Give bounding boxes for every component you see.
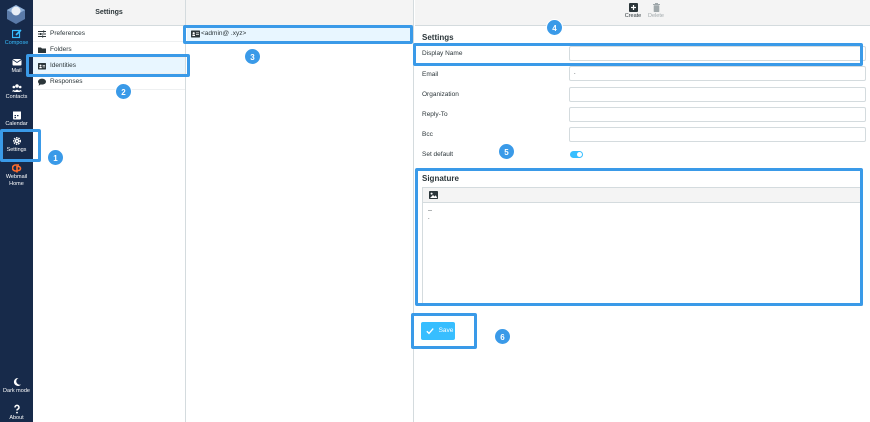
step-badge-1: 1 <box>47 149 64 166</box>
identities-list-header <box>186 0 413 26</box>
set-default-toggle[interactable] <box>570 151 583 158</box>
settings-item-label: Folders <box>50 46 72 53</box>
calendar-button[interactable]: Calendar <box>0 110 33 127</box>
sliders-icon <box>38 30 46 38</box>
folder-icon <box>38 47 46 53</box>
highlight-settings <box>0 129 41 162</box>
dark-mode-button[interactable]: Dark mode <box>0 377 33 394</box>
settings-item-label: Preferences <box>50 30 86 37</box>
cpanel-icon <box>11 164 21 173</box>
organization-input[interactable] <box>569 87 866 102</box>
settings-item-label: Responses <box>50 78 83 85</box>
about-label: About <box>9 415 24 421</box>
plus-square-icon <box>628 3 638 12</box>
form-section-title: Settings <box>422 33 454 42</box>
contacts-label: Contacts <box>5 94 28 100</box>
highlight-identities <box>26 54 190 77</box>
bcc-input[interactable] <box>569 127 866 142</box>
moon-icon <box>13 377 21 386</box>
email-label: Email <box>422 71 439 78</box>
identities-list-panel: <admin@ .xyz> <box>186 0 414 422</box>
content-toolbar: Create Delete <box>415 0 870 26</box>
highlight-save <box>411 313 477 349</box>
about-button[interactable]: About <box>0 404 33 421</box>
highlight-identity-row <box>183 25 413 44</box>
delete-button[interactable]: Delete <box>643 3 669 19</box>
compose-label: Compose <box>4 40 29 46</box>
webmail-label-line2: Home <box>9 181 24 187</box>
reply-to-input[interactable] <box>569 107 866 122</box>
settings-item-preferences[interactable]: Preferences <box>33 26 185 42</box>
email-input[interactable]: . <box>569 66 866 81</box>
calendar-icon <box>12 111 21 120</box>
envelope-icon <box>11 59 22 66</box>
webmail-label-line1: Webmail <box>5 174 28 180</box>
question-icon <box>13 404 20 414</box>
webmail-home-button[interactable]: Webmail Home <box>0 163 33 187</box>
organization-label: Organization <box>422 91 459 98</box>
comment-icon <box>38 78 46 86</box>
step-badge-6: 6 <box>494 328 511 345</box>
contacts-button[interactable]: Contacts <box>0 83 33 100</box>
create-label: Create <box>624 13 642 19</box>
delete-label: Delete <box>648 13 664 19</box>
bcc-label: Bcc <box>422 131 433 138</box>
highlight-display-name <box>413 43 863 66</box>
users-icon <box>11 84 22 92</box>
trash-icon <box>652 3 660 12</box>
pencil-icon <box>11 29 22 39</box>
compose-button[interactable]: Compose <box>0 29 33 46</box>
step-badge-2: 2 <box>115 83 132 100</box>
reply-to-label: Reply-To <box>422 111 448 118</box>
settings-panel-title: Settings <box>33 0 185 26</box>
step-badge-5: 5 <box>498 143 515 160</box>
roundcube-logo-icon <box>7 5 25 24</box>
calendar-label: Calendar <box>5 121 28 127</box>
set-default-label: Set default <box>422 151 454 158</box>
step-badge-4: 4 <box>546 19 563 36</box>
step-badge-3: 3 <box>244 48 261 65</box>
highlight-signature <box>415 168 863 306</box>
dark-mode-label: Dark mode <box>3 388 30 394</box>
